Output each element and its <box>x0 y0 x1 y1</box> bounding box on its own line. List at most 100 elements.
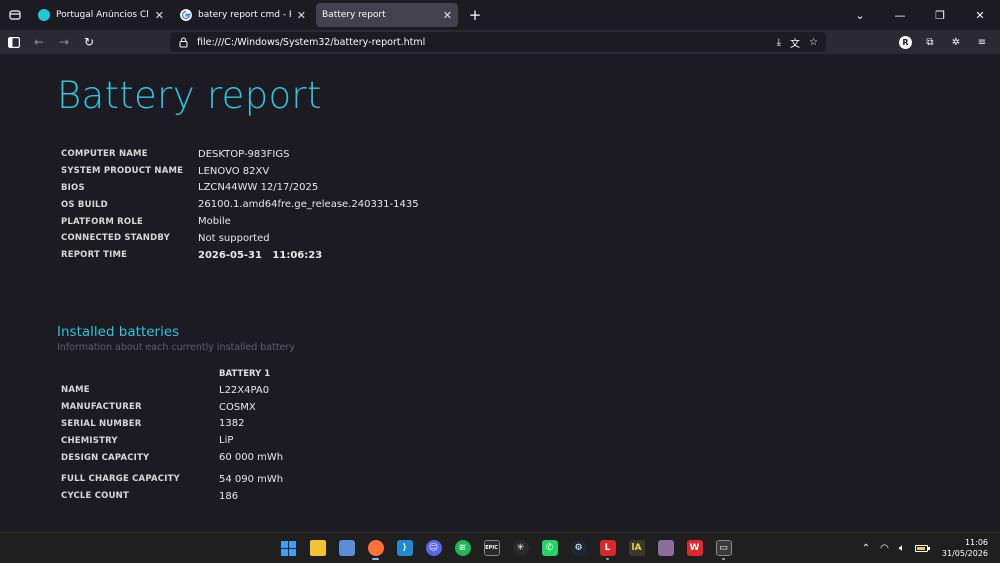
translate-icon[interactable]: 文 <box>790 35 800 50</box>
taskbar-wps[interactable]: W <box>680 535 709 561</box>
row-value: DESKTOP-983FIGS <box>198 148 290 160</box>
row-key: SYSTEM PRODUCT NAME <box>61 166 184 177</box>
toolbar-right: R ⧉ ✲ ≡ <box>899 30 990 54</box>
row-key: OS BUILD <box>61 199 108 210</box>
row-value: 2026-05-31 11:06:23 <box>198 249 323 261</box>
taskbar-apps: ⟩ ☺ ≋ EPIC ✳ ✆ ⚙ L lA W ▭ <box>274 535 738 561</box>
spider-icon: ✳ <box>512 540 529 556</box>
all-tabs-button[interactable] <box>2 2 28 28</box>
row-key: BIOS <box>61 182 85 193</box>
taskbar-store[interactable] <box>332 535 361 561</box>
vscode-icon: ⟩ <box>396 540 413 556</box>
close-window-icon[interactable]: ✕ <box>960 9 1000 22</box>
address-bar-actions: ⤓ 文 ☆ <box>777 32 818 52</box>
sidebar-toggle-button[interactable] <box>3 32 25 52</box>
table-header: BATTERY 1 <box>61 366 283 382</box>
close-icon[interactable]: ✕ <box>155 9 164 22</box>
row-key: CONNECTED STANDBY <box>61 233 170 244</box>
table-row: FULL CHARGE CAPACITY 54 090 mWh <box>61 471 283 488</box>
clock[interactable]: 11:06 31/05/2026 <box>942 537 988 559</box>
row-key: COMPUTER NAME <box>61 149 148 160</box>
row-key: DESIGN CAPACITY <box>61 452 150 463</box>
tab-google-search[interactable]: batery report cmd - Pesquisa Google ✕ <box>174 3 312 27</box>
chevron-down-icon[interactable]: ⌄ <box>840 9 880 22</box>
taskbar-spotify[interactable]: ≋ <box>448 535 477 561</box>
epic-games-icon: EPIC <box>483 540 500 556</box>
taskbar-file-explorer[interactable] <box>303 535 332 561</box>
tab-battery-report[interactable]: Battery report ✕ <box>316 3 458 27</box>
taskbar-card-app[interactable] <box>651 535 680 561</box>
row-value: COSMX <box>219 401 256 413</box>
hamburger-menu-icon[interactable]: ≡ <box>974 34 990 50</box>
table-row: MANUFACTURER COSMX <box>61 399 283 416</box>
new-tab-button[interactable]: + <box>464 4 486 26</box>
row-value: L22X4PA0 <box>219 384 270 396</box>
row-value: 60 000 mWh <box>219 452 284 464</box>
bug-extension-icon[interactable]: ✲ <box>948 34 964 50</box>
taskbar-discord[interactable]: ☺ <box>419 535 448 561</box>
tab-portugal-anuncios[interactable]: Portugal Anúncios Classificados ✕ <box>32 3 170 27</box>
table-row: DESIGN CAPACITY 60 000 mWh <box>61 449 283 466</box>
table-row: BIOS LZCN44WW 12/17/2025 <box>61 180 419 197</box>
table-row: SERIAL NUMBER 1382 <box>61 416 283 433</box>
window-controls: ⌄ — ❐ ✕ <box>840 0 1000 30</box>
profile-avatar[interactable]: R <box>899 35 912 49</box>
taskbar-epic-games[interactable]: EPIC <box>477 535 506 561</box>
store-bag-icon <box>338 540 355 556</box>
table-row: NAME L22X4PA0 <box>61 382 283 399</box>
back-button[interactable]: ← <box>28 32 50 52</box>
reload-button[interactable]: ↻ <box>78 32 100 52</box>
steam-icon: ⚙ <box>570 540 587 556</box>
row-value: LENOVO 82XV <box>198 165 270 177</box>
table-row: CHEMISTRY LiP <box>61 432 283 449</box>
taskbar-firefox[interactable] <box>361 535 390 561</box>
system-tray: ⌃ ◠ 🔈︎ 11:06 31/05/2026 <box>862 533 1000 563</box>
row-key: FULL CHARGE CAPACITY <box>61 474 180 485</box>
table-row: OS BUILD 26100.1.amd64fre.ge_release.2403… <box>61 196 419 213</box>
taskbar-terminal[interactable]: ▭ <box>709 535 738 561</box>
close-icon[interactable]: ✕ <box>443 9 452 22</box>
site-info-icon[interactable] <box>178 37 189 48</box>
clock-date: 31/05/2026 <box>941 549 988 558</box>
forward-button[interactable]: → <box>53 32 75 52</box>
google-icon <box>180 9 192 21</box>
row-key: MANUFACTURER <box>61 402 142 413</box>
installed-batteries-heading: Installed batteries <box>57 324 180 340</box>
navigation-toolbar: ← → ↻ file:///C:/Windows/System32/batter… <box>0 30 1000 54</box>
page-title: Battery report <box>57 74 322 117</box>
sidebar-icon <box>8 36 20 48</box>
row-value: 26100.1.amd64fre.ge_release.240331-1435 <box>198 199 419 211</box>
volume-icon[interactable]: 🔈︎ <box>899 543 905 554</box>
restore-icon[interactable]: ❐ <box>920 9 960 22</box>
row-value: 54 090 mWh <box>219 473 284 485</box>
taskbar-l-app[interactable]: L <box>593 535 622 561</box>
whatsapp-icon: ✆ <box>541 540 558 556</box>
taskbar-steam[interactable]: ⚙ <box>564 535 593 561</box>
table-row: CYCLE COUNT 186 <box>61 488 283 505</box>
chevron-up-icon[interactable]: ⌃ <box>862 543 870 554</box>
bookmark-star-icon[interactable]: ☆ <box>809 37 818 48</box>
taskbar-whatsapp[interactable]: ✆ <box>535 535 564 561</box>
folder-icon <box>309 540 326 556</box>
table-row: SYSTEM PRODUCT NAME LENOVO 82XV <box>61 163 419 180</box>
extensions-icon[interactable]: ⧉ <box>922 34 938 50</box>
taskbar-vscode[interactable]: ⟩ <box>390 535 419 561</box>
card-app-icon <box>657 540 674 556</box>
url-text[interactable]: file:///C:/Windows/System32/battery-repo… <box>197 37 425 48</box>
battery-table: BATTERY 1 NAME L22X4PA0 MANUFACTURER COSMX… <box>61 366 283 505</box>
discord-icon: ☺ <box>425 540 442 556</box>
table-row: REPORT TIME 2026-05-31 11:06:23 <box>61 247 419 264</box>
taskbar-la-app[interactable]: lA <box>622 535 651 561</box>
page-content: Battery report COMPUTER NAME DESKTOP-983F… <box>0 54 1000 532</box>
battery-icon[interactable] <box>914 544 930 552</box>
download-icon[interactable]: ⤓ <box>777 37 781 48</box>
firefox-icon <box>367 540 384 556</box>
row-key: NAME <box>61 385 90 396</box>
address-bar[interactable]: file:///C:/Windows/System32/battery-repo… <box>170 32 826 52</box>
row-key: CHEMISTRY <box>61 435 118 446</box>
taskbar-spider-app[interactable]: ✳ <box>506 535 535 561</box>
wifi-icon[interactable]: ◠ <box>880 543 889 554</box>
close-icon[interactable]: ✕ <box>297 9 306 22</box>
taskbar-start-button[interactable] <box>274 535 303 561</box>
minimize-icon[interactable]: — <box>880 9 920 22</box>
